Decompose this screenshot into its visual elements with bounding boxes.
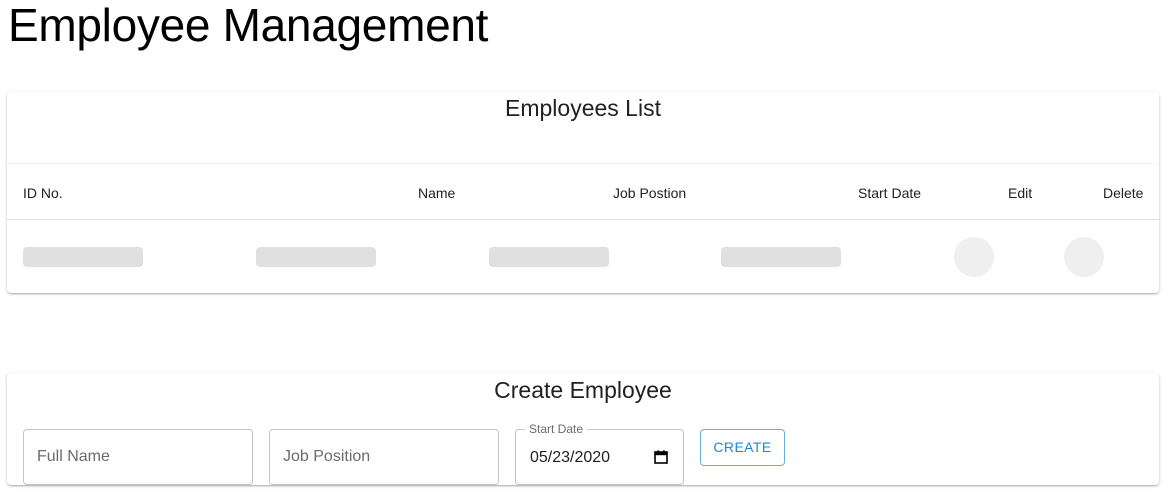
table-header: ID No. Name Job Postion Start Date Edit … (7, 163, 1159, 220)
column-header-name: Name (418, 185, 456, 201)
job-position-field (269, 429, 499, 485)
skeleton-delete (1064, 237, 1104, 277)
skeleton-start-date (721, 247, 841, 267)
skeleton-edit (954, 237, 994, 277)
start-date-label: Start Date (525, 422, 588, 436)
start-date-value[interactable]: 05/23/2020 (530, 449, 610, 467)
page-title: Employee Management (8, 0, 489, 51)
column-header-id: ID No. (23, 185, 63, 201)
create-button[interactable]: CREATE (700, 429, 785, 466)
start-date-field[interactable]: Start Date 05/23/2020 (515, 422, 684, 485)
column-header-edit: Edit (1008, 185, 1033, 201)
create-employee-title: Create Employee (494, 377, 672, 403)
create-employee-card: Create Employee Start Date 05/23/2020 CR… (7, 373, 1159, 485)
skeleton-job-position (489, 247, 609, 267)
employees-list-title: Employees List (505, 95, 661, 121)
employees-list-card: Employees List ID No. Name Job Postion S… (7, 92, 1159, 293)
job-position-input[interactable] (270, 430, 498, 484)
calendar-icon[interactable] (654, 450, 668, 464)
column-header-delete: Delete (1103, 185, 1144, 201)
skeleton-id (23, 247, 143, 267)
column-header-job-position: Job Postion (613, 185, 687, 201)
skeleton-name (256, 247, 376, 267)
full-name-field (23, 429, 253, 485)
column-header-start-date: Start Date (858, 185, 922, 201)
full-name-input[interactable] (24, 430, 252, 484)
